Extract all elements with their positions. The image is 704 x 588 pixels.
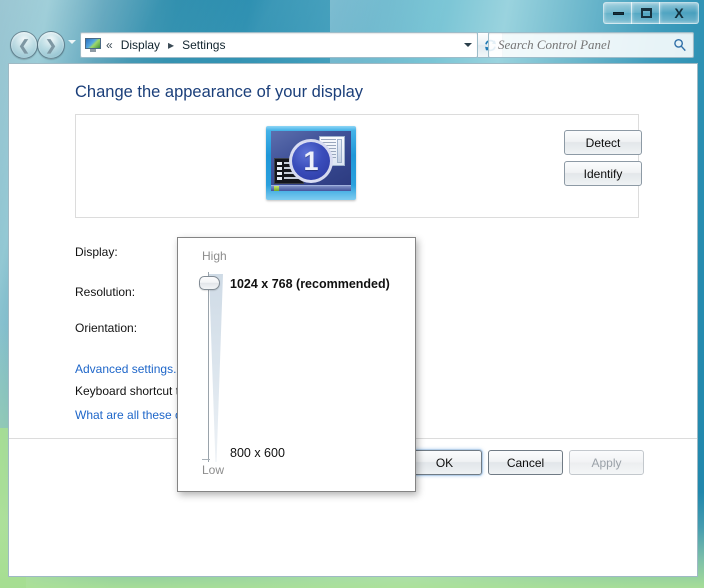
cancel-button[interactable]: Cancel	[488, 450, 563, 475]
breadcrumb-item-display[interactable]: Display	[118, 37, 163, 53]
search-input[interactable]	[496, 36, 668, 54]
slider-high-label: High	[202, 249, 227, 263]
slider-low-label: Low	[202, 463, 225, 477]
slider-thumb[interactable]	[199, 276, 220, 290]
monitor-screen: 1	[271, 131, 351, 191]
arrow-left-icon: ❮	[18, 37, 30, 53]
resolution-slider[interactable]	[198, 272, 232, 462]
search-box[interactable]	[488, 32, 694, 58]
page-title: Change the appearance of your display	[75, 83, 364, 101]
address-bar-dropdown-button[interactable]	[459, 34, 477, 56]
apply-button: Apply	[569, 450, 644, 475]
preview-start-orb-icon	[274, 186, 279, 191]
minimize-icon	[612, 11, 624, 15]
resolution-dropdown-popup[interactable]: High Low 1024 x 768 (recommended) 800 x …	[177, 237, 416, 492]
breadcrumb-separator: ▸	[168, 38, 175, 52]
monitor-preview[interactable]: 1	[266, 126, 356, 200]
title-bar: X	[0, 0, 704, 27]
close-button[interactable]: X	[659, 2, 699, 24]
slider-wedge-graphic	[209, 274, 223, 462]
ok-button[interactable]: OK	[407, 450, 482, 475]
display-preview-box: 1 Detect Identify	[75, 114, 642, 218]
identify-button[interactable]: Identify	[564, 161, 642, 186]
recent-pages-chevron-down-icon[interactable]	[68, 40, 76, 44]
resolution-option-800x600[interactable]: 800 x 600	[230, 446, 285, 460]
display-monitor-icon	[85, 38, 101, 52]
what-are-these-link[interactable]: What are all these o	[75, 408, 182, 422]
close-icon: X	[674, 5, 684, 21]
monitor-number-badge: 1	[289, 139, 333, 183]
chevron-down-icon	[464, 43, 472, 47]
breadcrumb-prefix: «	[106, 38, 113, 52]
address-bar[interactable]: « Display ▸ Settings	[80, 32, 478, 58]
search-icon	[673, 38, 687, 52]
breadcrumb-item-settings[interactable]: Settings	[179, 37, 228, 53]
advanced-settings-link[interactable]: Advanced settings...	[75, 362, 183, 376]
back-button[interactable]: ❮	[10, 31, 38, 59]
detect-button[interactable]: Detect	[564, 130, 642, 155]
resolution-option-1024x768[interactable]: 1024 x 768 (recommended)	[230, 277, 390, 291]
preview-taskbar	[271, 185, 351, 191]
minimize-button[interactable]	[603, 2, 632, 24]
maximize-icon	[640, 8, 652, 18]
maximize-button[interactable]	[631, 2, 660, 24]
display-label: Display:	[75, 245, 118, 259]
slider-track[interactable]	[208, 272, 209, 462]
resolution-label: Resolution:	[75, 285, 136, 299]
orientation-label: Orientation:	[75, 321, 138, 335]
arrow-right-icon: ❯	[45, 37, 57, 53]
keyboard-shortcut-text: Keyboard shortcut t	[75, 384, 180, 398]
slider-tick-low	[202, 459, 210, 460]
forward-button[interactable]: ❯	[37, 31, 65, 59]
